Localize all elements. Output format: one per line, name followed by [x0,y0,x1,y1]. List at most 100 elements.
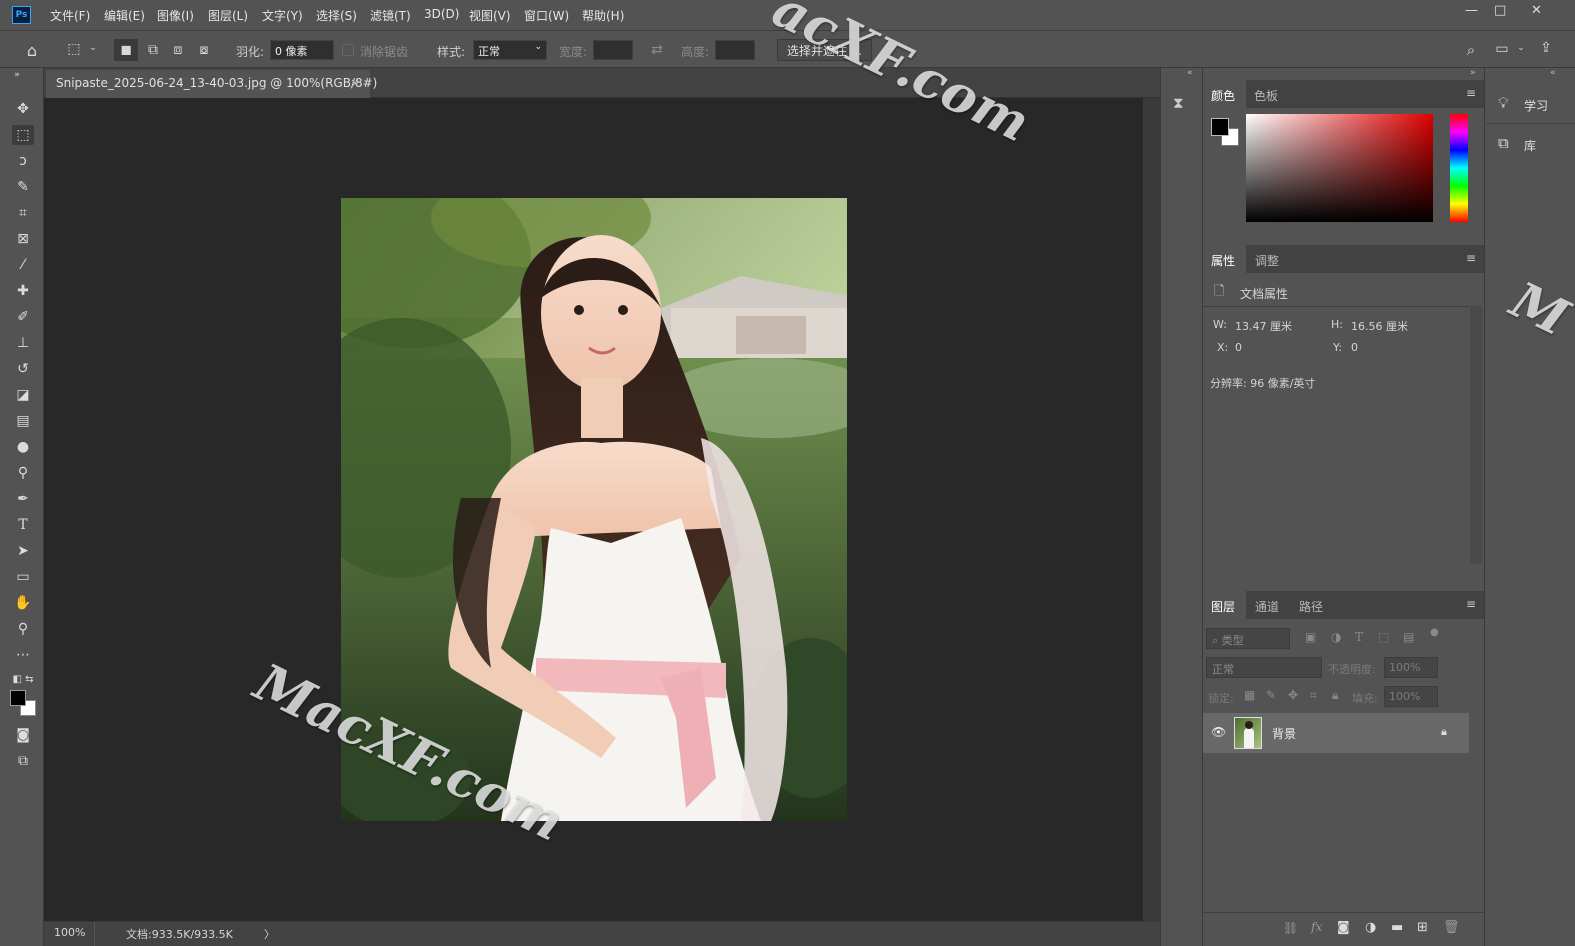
filter-shape-icon[interactable]: ⬚ [1378,630,1389,644]
tab-swatches[interactable]: 色板 [1254,87,1278,104]
foreground-color-swatch[interactable] [10,690,26,706]
width-prop-value[interactable]: 13.47 厘米 [1235,318,1292,334]
opacity-input[interactable]: 100% [1384,657,1438,678]
collapse-strip-icon[interactable]: « [1187,68,1193,78]
blend-mode-select[interactable]: 正常 [1206,657,1322,678]
tab-adjustments[interactable]: 调整 [1255,252,1279,269]
filter-smart-object-icon[interactable]: ▤ [1403,630,1414,644]
close-tab-icon[interactable]: × [350,76,360,90]
subtract-selection-icon[interactable]: ⧈ [168,42,188,58]
chevron-down-icon[interactable]: ⌄ [88,43,98,53]
feather-input[interactable]: 0 像素 [270,40,334,60]
properties-scrollbar[interactable] [1470,306,1482,564]
lock-artboard-icon[interactable]: ⌗ [1310,688,1317,703]
menu-image[interactable]: 图像(I) [157,7,194,24]
add-selection-icon[interactable]: ⧉ [143,42,163,58]
collapse-panels-icon[interactable]: » [1470,68,1476,78]
lock-all-icon[interactable]: 🔒︎ [1332,688,1338,703]
menu-3d[interactable]: 3D(D) [424,7,459,21]
quick-mask-icon[interactable]: ◙ [12,725,34,745]
gradient-tool-icon[interactable]: ▤ [12,411,34,431]
lock-image-icon[interactable]: ✎ [1266,688,1276,702]
zoom-level[interactable]: 100% [54,926,85,939]
filter-adjustment-icon[interactable]: ◑ [1331,630,1341,644]
quick-select-tool-icon[interactable]: ✎ [12,177,34,197]
brush-tool-icon[interactable]: ✐ [12,307,34,327]
height-prop-value[interactable]: 16.56 厘米 [1351,318,1408,334]
minimize-button[interactable]: — [1465,3,1478,18]
style-select[interactable]: 正常 ⌄ [473,40,547,60]
history-panel-icon[interactable]: ⧗ [1173,94,1184,112]
layers-panel-menu-icon[interactable]: ≡ [1466,597,1476,611]
filter-type-icon[interactable]: T [1355,630,1363,644]
tab-layers[interactable]: 图层 [1211,598,1235,615]
antialias-checkbox[interactable] [342,44,354,56]
collapse-toolbar-icon[interactable]: » [6,70,28,80]
tab-properties[interactable]: 属性 [1211,252,1235,269]
lock-transparency-icon[interactable]: ▦ [1244,688,1255,702]
menu-edit[interactable]: 编辑(E) [104,7,145,24]
share-icon[interactable]: ⇪ [1536,40,1556,56]
blur-tool-icon[interactable]: ● [12,437,34,457]
menu-view[interactable]: 视图(V) [469,7,511,24]
pen-tool-icon[interactable]: ✒ [12,489,34,509]
new-selection-icon[interactable]: ◼ [114,39,138,61]
delete-layer-icon[interactable]: 🗑︎ [1443,920,1460,935]
new-layer-icon[interactable]: ⊞ [1417,920,1428,935]
x-prop-value[interactable]: 0 [1235,341,1242,354]
dodge-tool-icon[interactable]: ⚲ [12,463,34,483]
collapse-right-strip-icon[interactable]: « [1550,68,1556,78]
home-icon[interactable]: ⌂ [22,41,42,60]
default-colors-icon[interactable]: ◧ ⇆ [12,670,34,690]
hue-slider[interactable] [1450,114,1468,222]
lasso-tool-icon[interactable]: ↄ [12,151,34,171]
document-tab[interactable]: Snipaste_2025-06-24_13-40-03.jpg @ 100%(… [46,70,377,98]
height-input[interactable] [715,40,755,60]
type-tool-icon[interactable]: T [12,515,34,535]
workspace-chevron-icon[interactable]: ⌄ [1516,43,1526,53]
eyedropper-tool-icon[interactable]: ⁄ [12,255,34,275]
rectangle-marquee-icon[interactable]: ⬚ [64,41,84,57]
move-tool-icon[interactable]: ✥ [12,99,34,119]
menu-help[interactable]: 帮助(H) [582,7,624,24]
lock-position-icon[interactable]: ✥ [1288,688,1298,702]
more-tools-icon[interactable]: ⋯ [12,645,34,665]
panel-foreground-swatch[interactable] [1211,118,1229,136]
color-swatches[interactable] [10,690,37,717]
layer-style-icon[interactable]: fx [1311,920,1322,934]
learn-panel-button[interactable]: 💡︎ 学习 [1486,86,1575,124]
filter-pixel-icon[interactable]: ▣ [1305,630,1316,644]
tab-paths[interactable]: 路径 [1299,598,1323,615]
link-layers-icon[interactable]: ⛓ [1283,921,1298,935]
swap-icon[interactable]: ⇄ [647,42,667,58]
zoom-tool-icon[interactable]: ⚲ [12,619,34,639]
crop-tool-icon[interactable]: ⌗ [12,203,34,223]
properties-panel-menu-icon[interactable]: ≡ [1466,251,1476,265]
rectangle-tool-icon[interactable]: ▭ [12,567,34,587]
search-icon[interactable]: ⌕ [1461,41,1481,59]
fill-input[interactable]: 100% [1384,686,1438,707]
menu-file[interactable]: 文件(F) [50,7,90,24]
clone-stamp-tool-icon[interactable]: ⊥ [12,333,34,353]
screen-mode-icon[interactable]: ⧉ [12,751,34,771]
menu-select[interactable]: 选择(S) [316,7,357,24]
y-prop-value[interactable]: 0 [1351,341,1358,354]
menu-layer[interactable]: 图层(L) [208,7,248,24]
maximize-button[interactable]: □ [1494,3,1506,18]
marquee-tool-icon[interactable]: ⬚ [12,125,34,145]
new-group-icon[interactable]: ▬ [1391,920,1403,935]
tab-channels[interactable]: 通道 [1255,598,1279,615]
layer-lock-icon[interactable]: 🔒︎ [1441,725,1447,739]
menu-filter[interactable]: 滤镜(T) [370,7,411,24]
tab-color[interactable]: 颜色 [1211,87,1235,104]
add-mask-icon[interactable]: ◙ [1337,920,1350,935]
filter-toggle-icon[interactable]: ● [1430,627,1439,638]
menu-window[interactable]: 窗口(W) [524,7,569,24]
frame-tool-icon[interactable]: ⊠ [12,229,34,249]
color-panel-menu-icon[interactable]: ≡ [1466,86,1476,100]
status-menu-arrow[interactable]: 〉 [264,926,275,942]
close-button[interactable]: ✕ [1531,3,1542,18]
color-field[interactable] [1246,114,1433,222]
layer-row[interactable]: 👁︎ 背景 🔒︎ [1203,713,1469,753]
eraser-tool-icon[interactable]: ◪ [12,385,34,405]
